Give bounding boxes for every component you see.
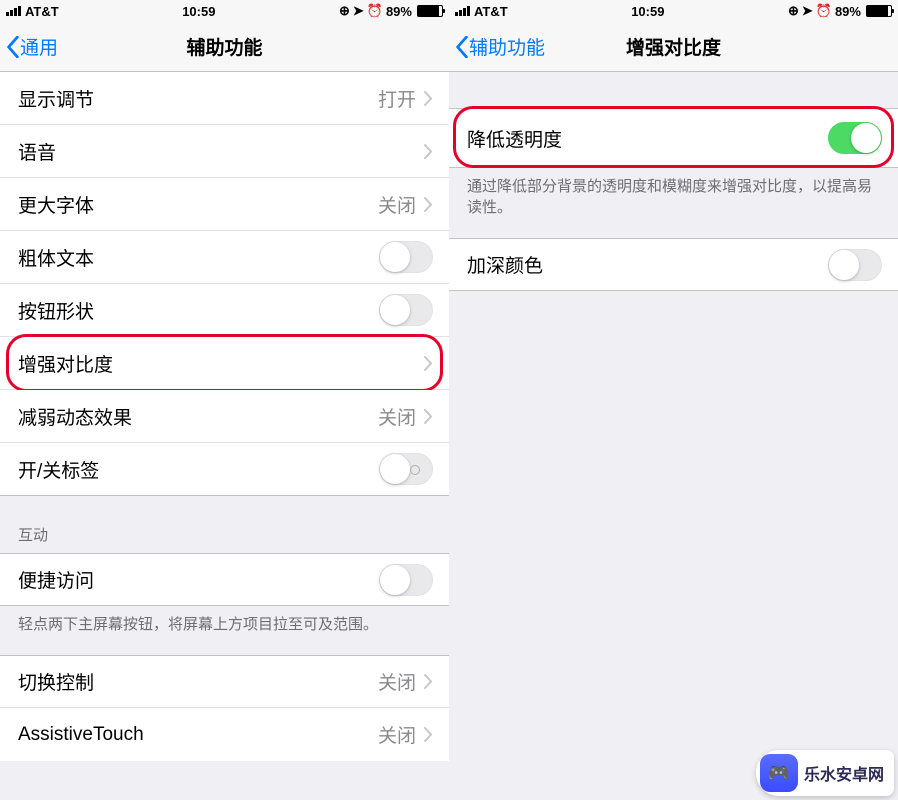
battery-icon [866, 5, 892, 17]
clock: 10:59 [631, 4, 664, 19]
row-label: 开/关标签 [18, 456, 99, 483]
toggle-darken-colors[interactable] [828, 249, 882, 281]
nav-bar: 辅助功能 增强对比度 [449, 22, 898, 72]
row-larger-text[interactable]: 更大字体 关闭 [0, 178, 449, 231]
transparency-note: 通过降低部分背景的透明度和模糊度来增强对比度，以提高易读性。 [449, 168, 898, 238]
row-label: 显示调节 [18, 85, 94, 112]
row-display-accommodations[interactable]: 显示调节 打开 [0, 72, 449, 125]
toggle-reachability[interactable] [379, 564, 433, 596]
row-label: 增强对比度 [18, 350, 113, 377]
row-label: 粗体文本 [18, 244, 94, 271]
back-label: 辅助功能 [469, 33, 545, 60]
location-icon: ➤ [353, 3, 364, 19]
rotation-lock-icon: ⊕ [788, 3, 799, 19]
row-value: 关闭 [378, 721, 416, 748]
nav-bar: 通用 辅助功能 [0, 22, 449, 72]
watermark: 🎮 乐水安卓网 [756, 750, 894, 796]
row-value: 关闭 [378, 191, 416, 218]
row-value: 关闭 [378, 668, 416, 695]
row-label: 加深颜色 [467, 251, 543, 278]
row-label: 切换控制 [18, 668, 94, 695]
back-button[interactable]: 通用 [6, 22, 58, 71]
page-title: 辅助功能 [186, 33, 262, 60]
row-increase-contrast[interactable]: 增强对比度 [0, 337, 449, 390]
back-label: 通用 [20, 33, 58, 60]
row-button-shapes[interactable]: 按钮形状 [0, 284, 449, 337]
signal-icon [6, 6, 21, 16]
toggle-button-shapes[interactable] [379, 294, 433, 326]
row-label: AssistiveTouch [18, 724, 144, 746]
phone-left: AT&T 10:59 ⊕ ➤ ⏰ 89% 通用 辅助功能 显示调节 打开 语音 [0, 0, 449, 800]
chevron-right-icon [424, 674, 433, 689]
row-label: 减弱动态效果 [18, 403, 132, 430]
chevron-left-icon [455, 36, 469, 58]
toggle-onoff-labels[interactable] [379, 453, 433, 485]
row-switch-control[interactable]: 切换控制 关闭 [0, 655, 449, 708]
carrier-label: AT&T [474, 4, 508, 19]
battery-icon [417, 5, 443, 17]
row-onoff-labels[interactable]: 开/关标签 [0, 443, 449, 496]
row-label: 语音 [18, 138, 56, 165]
row-value: 打开 [378, 85, 416, 112]
row-label: 按钮形状 [18, 297, 94, 324]
battery-pct: 89% [386, 4, 412, 19]
carrier-label: AT&T [25, 4, 59, 19]
chevron-right-icon [424, 197, 433, 212]
row-value: 关闭 [378, 403, 416, 430]
section-header-interaction: 互动 [0, 496, 449, 553]
signal-icon [455, 6, 470, 16]
status-bar: AT&T 10:59 ⊕ ➤ ⏰ 89% [449, 0, 898, 22]
chevron-right-icon [424, 727, 433, 742]
row-darken-colors[interactable]: 加深颜色 [449, 238, 898, 291]
row-label: 便捷访问 [18, 566, 94, 593]
row-reachability[interactable]: 便捷访问 [0, 553, 449, 606]
row-assistive-touch[interactable]: AssistiveTouch 关闭 [0, 708, 449, 761]
row-bold-text[interactable]: 粗体文本 [0, 231, 449, 284]
clock: 10:59 [182, 4, 215, 19]
reachability-note: 轻点两下主屏幕按钮，将屏幕上方项目拉至可及范围。 [0, 606, 449, 655]
chevron-right-icon [424, 144, 433, 159]
rotation-lock-icon: ⊕ [339, 3, 350, 19]
chevron-right-icon [424, 409, 433, 424]
watermark-logo-icon: 🎮 [760, 754, 798, 792]
location-icon: ➤ [802, 3, 813, 19]
toggle-bold-text[interactable] [379, 241, 433, 273]
row-reduce-transparency[interactable]: 降低透明度 [449, 108, 898, 168]
toggle-reduce-transparency[interactable] [828, 122, 882, 154]
alarm-icon: ⏰ [367, 3, 383, 19]
watermark-text: 乐水安卓网 [804, 761, 884, 785]
chevron-left-icon [6, 36, 20, 58]
row-reduce-motion[interactable]: 减弱动态效果 关闭 [0, 390, 449, 443]
row-label: 更大字体 [18, 191, 94, 218]
status-bar: AT&T 10:59 ⊕ ➤ ⏰ 89% [0, 0, 449, 22]
chevron-right-icon [424, 356, 433, 371]
row-label: 降低透明度 [467, 125, 562, 152]
battery-pct: 89% [835, 4, 861, 19]
back-button[interactable]: 辅助功能 [455, 22, 545, 71]
phone-right: AT&T 10:59 ⊕ ➤ ⏰ 89% 辅助功能 增强对比度 降低透明度 通过… [449, 0, 898, 800]
page-title: 增强对比度 [626, 33, 721, 60]
alarm-icon: ⏰ [816, 3, 832, 19]
row-speech[interactable]: 语音 [0, 125, 449, 178]
settings-list: 显示调节 打开 语音 更大字体 关闭 粗体文本 按钮形状 [0, 72, 449, 496]
chevron-right-icon [424, 91, 433, 106]
